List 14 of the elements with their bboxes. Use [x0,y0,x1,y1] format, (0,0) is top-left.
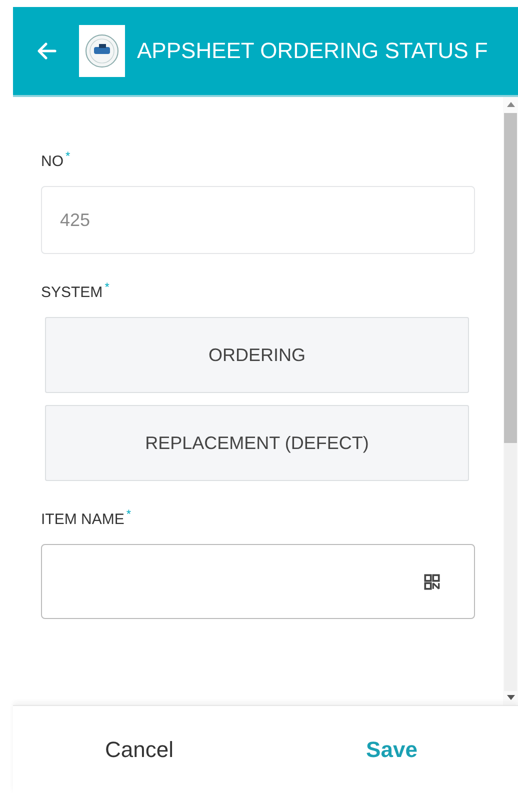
field-label: NO$^{*}$ [41,149,72,170]
scroll-up-icon[interactable] [506,101,514,107]
option-button[interactable]: ORDERING [45,317,469,393]
app-title: APPSHEET ORDERING STATUS F [137,38,488,64]
input-field[interactable] [41,544,475,619]
qr-code-icon[interactable] [424,574,440,590]
scrollbar[interactable] [503,97,518,705]
cancel-button[interactable]: Cancel [13,706,266,794]
field-label: ITEM NAME$^{*}$ [41,507,132,528]
field-label: SYSTEM$^{*}$ [41,280,110,301]
option-button[interactable]: REPLACEMENT (DEFECT) [45,405,469,481]
scroll-down-icon[interactable] [506,695,514,701]
number-field[interactable]: 425 [41,186,475,254]
logo-icon [79,25,125,77]
